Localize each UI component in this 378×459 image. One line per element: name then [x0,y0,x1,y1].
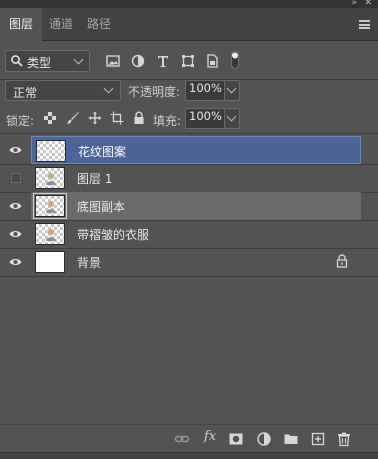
layer-name[interactable]: 花纹图案 [78,143,126,160]
eye-icon [9,231,22,237]
layer-body[interactable]: 带褶皱的衣服 [31,220,361,248]
layer-mask-icon[interactable] [228,431,244,447]
type-filter-icon[interactable] [155,53,171,69]
figure-thumbnail-icon [46,229,56,241]
filter-kind-select[interactable]: 类型 [5,50,90,72]
visibility-toggle[interactable] [0,164,30,192]
layer-row[interactable]: 花纹图案 [0,136,378,164]
new-layer-icon[interactable] [310,431,326,447]
layer-style-icon[interactable]: fx [204,429,216,444]
layer-row[interactable]: 带褶皱的衣服 [0,220,378,248]
fill-label: 填充: [153,114,182,128]
hidden-visibility-box [11,173,21,183]
chevron-down-icon [226,83,237,94]
chevron-down-icon [73,54,84,65]
image-filter-icon[interactable] [105,53,121,69]
layer-filter-row: 类型 [0,42,378,80]
lock-position-icon[interactable] [88,111,102,125]
layer-name[interactable]: 底图副本 [77,198,125,215]
tab-channels[interactable]: 通道 [42,8,80,41]
layer-name[interactable]: 图层 1 [77,170,112,187]
layer-thumbnail [35,251,65,273]
eye-icon [9,147,22,153]
adjustment-filter-icon[interactable] [130,53,146,69]
lock-image-pixels-icon[interactable] [66,111,80,125]
layer-name[interactable]: 带褶皱的衣服 [77,226,149,243]
layer-body[interactable]: 底图副本 [31,192,361,220]
layer-row[interactable]: 背景 [0,248,378,276]
shape-filter-icon[interactable] [180,53,196,69]
layer-row[interactable]: 底图副本 [0,192,378,220]
panel-bottom-edge [0,452,378,459]
fill-input[interactable]: 100% [185,108,225,129]
panel-menu-icon[interactable] [359,20,370,29]
lock-artboard-icon[interactable] [110,111,124,125]
layer-thumbnail [36,140,66,162]
tab-bar: 图层 通道 路径 [0,8,378,42]
blend-opacity-row: 正常 不透明度: 100% [0,80,378,104]
delete-layer-icon[interactable] [336,431,352,447]
figure-thumbnail-icon [46,173,56,185]
layer-thumbnail [35,167,65,189]
layer-divider [0,276,378,277]
visibility-toggle[interactable] [0,192,30,220]
opacity-input[interactable]: 100% [185,80,225,101]
group-folder-icon[interactable] [283,431,299,447]
lock-fill-row: 锁定: 填充: 100% [0,104,378,134]
lock-all-icon[interactable] [132,111,146,125]
tab-layers[interactable]: 图层 [0,8,42,42]
filter-toggle-icon[interactable] [231,51,239,69]
layer-row[interactable]: 图层 1 [0,164,378,192]
layer-body[interactable]: 花纹图案 [31,136,361,164]
lock-icon[interactable] [336,254,348,268]
eye-icon [9,259,22,265]
visibility-toggle[interactable] [0,136,30,164]
layers-bottom-toolbar: fx [0,424,378,452]
panel-title-bar: » ✕ [0,0,378,8]
figure-thumbnail-icon [46,201,56,213]
blend-mode-value: 正常 [13,86,38,100]
opacity-label: 不透明度: [128,85,181,99]
eye-icon [9,203,22,209]
layer-thumbnail [35,223,65,245]
search-icon [11,55,23,67]
opacity-dropdown[interactable] [224,80,240,101]
filter-kind-label: 类型 [27,56,52,70]
chevron-down-icon [226,111,237,122]
adjustment-layer-icon[interactable] [256,431,272,447]
smart-object-filter-icon[interactable] [204,53,220,69]
layer-name[interactable]: 背景 [77,254,101,271]
blend-mode-select[interactable]: 正常 [5,80,121,101]
layer-thumbnail [33,193,67,219]
layer-body[interactable]: 图层 1 [31,164,361,192]
visibility-toggle[interactable] [0,220,30,248]
tab-paths[interactable]: 路径 [80,8,118,41]
lock-transparent-pixels-icon[interactable] [43,111,57,125]
link-layers-icon[interactable] [174,431,190,447]
chevron-down-icon [103,83,114,94]
lock-label: 锁定: [6,114,35,128]
visibility-toggle[interactable] [0,248,30,276]
fill-dropdown[interactable] [224,108,240,129]
layer-body[interactable]: 背景 [31,248,361,276]
